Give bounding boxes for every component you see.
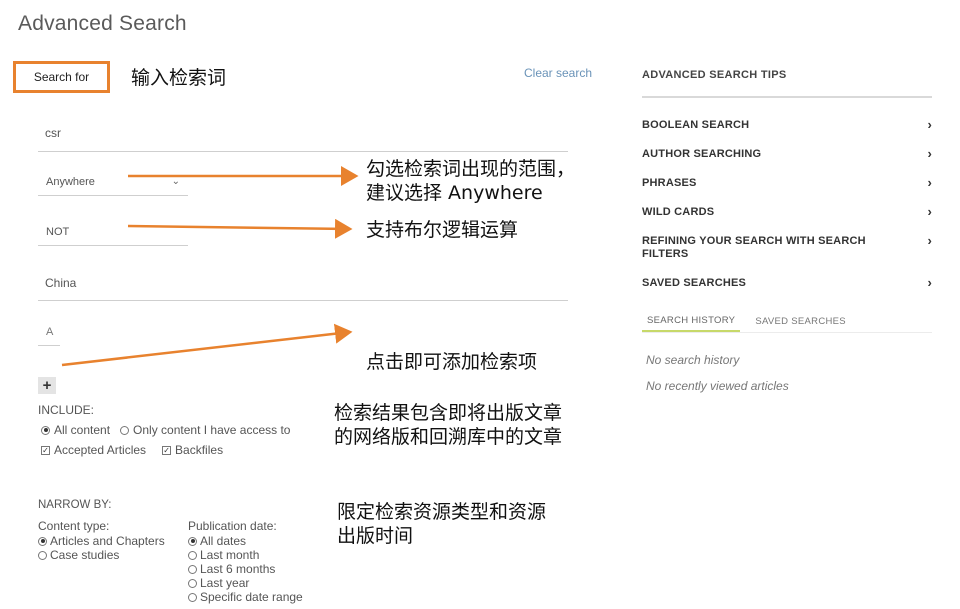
search-term-value-2: China xyxy=(45,275,77,290)
tip-author-searching[interactable]: AUTHOR SEARCHING › xyxy=(642,146,932,161)
page-title: Advanced Search xyxy=(18,12,187,35)
annotation-narrow: 限定检索资源类型和资源 出版时间 xyxy=(337,500,546,548)
include-label: INCLUDE: xyxy=(38,403,95,417)
radio-last-year[interactable] xyxy=(188,578,197,588)
annotation-range-line2: 建议选择 Anywhere xyxy=(366,182,543,204)
radio-articles-chapters[interactable] xyxy=(38,536,47,546)
tip-boolean-search[interactable]: BOOLEAN SEARCH › xyxy=(642,117,932,132)
plus-icon: + xyxy=(42,377,52,394)
tip-label: WILD CARDS xyxy=(642,206,715,218)
radio-case-studies[interactable] xyxy=(38,550,47,560)
radio-all-content-label: All content xyxy=(54,423,111,437)
option-label: Articles and Chapters xyxy=(50,534,165,548)
content-type-group: Content type: Articles and Chapters Case… xyxy=(38,519,165,562)
boolean-operator-select-2[interactable]: A xyxy=(38,318,60,346)
annotation-enter-term: 输入检索词 xyxy=(131,67,227,89)
checkbox-backfiles[interactable]: ✓ xyxy=(162,445,172,455)
checkbox-backfiles-label: Backfiles xyxy=(175,443,224,457)
search-term-value-1: csr xyxy=(45,125,61,140)
tip-label: SAVED SEARCHES xyxy=(642,277,747,289)
publication-date-option[interactable]: All dates xyxy=(188,534,303,548)
chevron-right-icon: › xyxy=(927,275,932,290)
option-label: Last month xyxy=(200,548,260,562)
publication-date-option[interactable]: Specific date range xyxy=(188,590,303,604)
tabs-divider xyxy=(642,332,932,333)
tab-search-history[interactable]: SEARCH HISTORY xyxy=(642,310,741,332)
search-for-label: Search for xyxy=(13,61,110,93)
annotation-include: 检索结果包含即将出版文章 的网络版和回溯库中的文章 xyxy=(334,401,562,449)
include-article-types: ✓ Accepted Articles ✓ Backfiles xyxy=(41,443,223,457)
narrow-by-label: NARROW BY: xyxy=(38,499,112,511)
checkbox-accepted-articles[interactable]: ✓ xyxy=(41,445,50,455)
tips-title: ADVANCED SEARCH TIPS xyxy=(642,69,787,81)
chevron-down-icon: ⌄ xyxy=(171,176,180,187)
tips-divider xyxy=(642,96,932,98)
add-search-row-button[interactable]: + xyxy=(38,377,56,394)
tip-label: PHRASES xyxy=(642,177,697,189)
search-term-input-2[interactable]: China xyxy=(38,265,568,301)
option-label: Last year xyxy=(200,576,250,590)
tip-phrases[interactable]: PHRASES › xyxy=(642,175,932,190)
chevron-right-icon: › xyxy=(927,233,932,248)
tip-saved-searches[interactable]: SAVED SEARCHES › xyxy=(642,275,932,290)
publication-date-option[interactable]: Last month xyxy=(188,548,303,562)
search-term-input-1[interactable]: csr xyxy=(38,114,568,152)
publication-date-label: Publication date: xyxy=(188,519,277,533)
annotation-include-line1: 检索结果包含即将出版文章 xyxy=(334,402,563,424)
publication-date-option[interactable]: Last year xyxy=(188,576,303,590)
radio-specific-range[interactable] xyxy=(188,592,197,602)
option-label: Case studies xyxy=(50,548,120,562)
chevron-right-icon: › xyxy=(927,204,932,219)
search-within-select[interactable]: Anywhere ⌄ xyxy=(38,168,188,196)
tip-refining-search[interactable]: REFINING YOUR SEARCH WITH SEARCH FILTERS… xyxy=(642,233,932,261)
checkbox-accepted-articles-label: Accepted Articles xyxy=(54,443,147,457)
publication-date-group: Publication date: All dates Last month L… xyxy=(188,519,303,604)
search-within-value: Anywhere xyxy=(46,175,95,188)
radio-all-content[interactable] xyxy=(41,425,50,435)
annotation-range-line1: 勾选检索词出现的范围， xyxy=(366,158,576,180)
radio-only-access[interactable] xyxy=(120,425,130,435)
no-recent-articles: No recently viewed articles xyxy=(646,379,789,393)
chevron-right-icon: › xyxy=(927,146,932,161)
annotation-add: 点击即可添加检索项 xyxy=(366,351,538,373)
radio-only-access-label: Only content I have access to xyxy=(133,423,291,437)
clear-search-link[interactable]: Clear search xyxy=(524,66,592,80)
annotation-include-line2: 的网络版和回溯库中的文章 xyxy=(334,426,563,448)
annotation-narrow-line2: 出版时间 xyxy=(337,525,414,547)
radio-last-6-months[interactable] xyxy=(188,564,197,574)
no-search-history: No search history xyxy=(646,353,740,367)
tip-label: AUTHOR SEARCHING xyxy=(642,148,762,160)
annotation-range: 勾选检索词出现的范围， 建议选择 Anywhere xyxy=(366,157,575,205)
boolean-operator-value-2: A xyxy=(46,325,54,338)
chevron-right-icon: › xyxy=(927,175,932,190)
content-type-option[interactable]: Case studies xyxy=(38,548,165,562)
boolean-operator-value-1: NOT xyxy=(46,225,70,238)
annotation-narrow-line1: 限定检索资源类型和资源 xyxy=(337,501,547,523)
tab-saved-searches[interactable]: SAVED SEARCHES xyxy=(750,310,851,332)
content-type-label: Content type: xyxy=(38,519,110,533)
tip-wild-cards[interactable]: WILD CARDS › xyxy=(642,204,932,219)
publication-date-option[interactable]: Last 6 months xyxy=(188,562,303,576)
include-access-options: All content Only content I have access t… xyxy=(41,423,290,437)
tip-label: REFINING YOUR SEARCH WITH SEARCH FILTERS xyxy=(642,235,866,260)
content-type-option[interactable]: Articles and Chapters xyxy=(38,534,165,548)
chevron-right-icon: › xyxy=(927,117,932,132)
annotation-boolean: 支持布尔逻辑运算 xyxy=(366,219,519,241)
arrow-add xyxy=(61,323,353,367)
radio-last-month[interactable] xyxy=(188,550,197,560)
tip-label: BOOLEAN SEARCH xyxy=(642,119,750,131)
radio-all-dates[interactable] xyxy=(188,536,197,546)
history-tabs: SEARCH HISTORY SAVED SEARCHES xyxy=(642,310,932,334)
option-label: All dates xyxy=(200,534,247,548)
option-label: Last 6 months xyxy=(200,562,276,576)
boolean-operator-select-1[interactable]: NOT xyxy=(38,218,188,246)
option-label: Specific date range xyxy=(200,590,303,604)
